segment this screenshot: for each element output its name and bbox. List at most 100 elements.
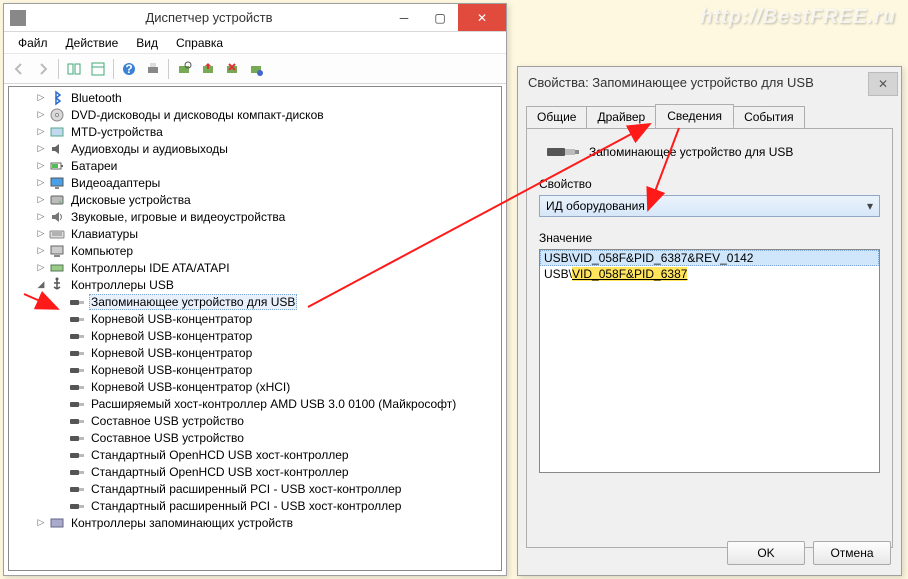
- scan-icon[interactable]: [173, 58, 195, 80]
- update-driver-icon[interactable]: [197, 58, 219, 80]
- property-dropdown[interactable]: ИД оборудования: [539, 195, 880, 217]
- value-label: Значение: [539, 231, 880, 245]
- expand-icon[interactable]: [55, 330, 67, 342]
- tree-node-label: Bluetooth: [69, 91, 124, 105]
- tree-node[interactable]: Корневой USB-концентратор: [9, 344, 501, 361]
- tree-node[interactable]: Составное USB устройство: [9, 412, 501, 429]
- tree-node[interactable]: ◢Контроллеры USB: [9, 276, 501, 293]
- tab-events[interactable]: События: [733, 106, 805, 129]
- value-listbox[interactable]: USB\VID_058F&PID_6387&REV_0142USB\VID_05…: [539, 249, 880, 473]
- menu-help[interactable]: Справка: [168, 34, 231, 52]
- expand-icon[interactable]: [55, 364, 67, 376]
- expand-icon[interactable]: [55, 500, 67, 512]
- expand-icon[interactable]: ▷: [35, 517, 47, 529]
- tab-details[interactable]: Сведения: [655, 104, 734, 127]
- usb-icon: [49, 277, 65, 293]
- tree-node[interactable]: Стандартный OpenHCD USB хост-контроллер: [9, 446, 501, 463]
- uninstall-icon[interactable]: [221, 58, 243, 80]
- tree-node-label: Корневой USB-концентратор: [89, 363, 254, 377]
- bluetooth-icon: [49, 90, 65, 106]
- expand-icon[interactable]: [55, 296, 67, 308]
- tree-node[interactable]: ▷Контроллеры запоминающих устройств: [9, 514, 501, 531]
- tree-node[interactable]: ▷Дисковые устройства: [9, 191, 501, 208]
- expand-icon[interactable]: [55, 381, 67, 393]
- expand-icon[interactable]: ▷: [35, 245, 47, 257]
- tree-node[interactable]: Корневой USB-концентратор: [9, 361, 501, 378]
- expand-icon[interactable]: ▷: [35, 211, 47, 223]
- maximize-button[interactable]: ▢: [422, 4, 458, 31]
- back-icon[interactable]: [8, 58, 30, 80]
- tree-node[interactable]: ▷ Bluetooth: [9, 89, 501, 106]
- expand-icon[interactable]: ▷: [35, 160, 47, 172]
- print-icon[interactable]: [142, 58, 164, 80]
- tree-node[interactable]: Запоминающее устройство для USB: [9, 293, 501, 310]
- expand-icon[interactable]: [55, 483, 67, 495]
- expand-icon[interactable]: [55, 466, 67, 478]
- expand-icon[interactable]: ▷: [35, 92, 47, 104]
- tree-node[interactable]: Стандартный расширенный PCI - USB хост-к…: [9, 497, 501, 514]
- tree-node[interactable]: ▷Видеоадаптеры: [9, 174, 501, 191]
- tree-node-label: Контроллеры IDE ATA/ATAPI: [69, 261, 232, 275]
- tree-node[interactable]: Корневой USB-концентратор: [9, 310, 501, 327]
- tree-node[interactable]: ▷Звуковые, игровые и видеоустройства: [9, 208, 501, 225]
- tree-node-label: Аудиовходы и аудиовыходы: [69, 142, 230, 156]
- usbdev-icon: [69, 362, 85, 378]
- tab-driver[interactable]: Драйвер: [586, 106, 656, 129]
- minimize-button[interactable]: ─: [386, 4, 422, 31]
- ok-button[interactable]: OK: [727, 541, 805, 565]
- value-row[interactable]: USB\VID_058F&PID_6387: [540, 266, 879, 282]
- close-button[interactable]: ✕: [458, 4, 506, 31]
- help-icon[interactable]: ?: [118, 58, 140, 80]
- property-label: Свойство: [539, 177, 880, 191]
- show-hide-icon[interactable]: [63, 58, 85, 80]
- tree-node[interactable]: ▷Батареи: [9, 157, 501, 174]
- tree-node[interactable]: Стандартный OpenHCD USB хост-контроллер: [9, 463, 501, 480]
- expand-icon[interactable]: [55, 432, 67, 444]
- tree-node[interactable]: ▷DVD-дисководы и дисководы компакт-диско…: [9, 106, 501, 123]
- disable-icon[interactable]: [245, 58, 267, 80]
- props-close-button[interactable]: ✕: [868, 72, 898, 96]
- forward-icon[interactable]: [32, 58, 54, 80]
- expand-icon[interactable]: [55, 347, 67, 359]
- expand-icon[interactable]: ▷: [35, 126, 47, 138]
- expand-icon[interactable]: ◢: [35, 279, 47, 291]
- expand-icon[interactable]: ▷: [35, 228, 47, 240]
- expand-icon[interactable]: ▷: [35, 262, 47, 274]
- props-titlebar[interactable]: Свойства: Запоминающее устройство для US…: [518, 67, 901, 97]
- device-tree[interactable]: ▷ Bluetooth▷DVD-дисководы и дисководы ком…: [8, 86, 502, 571]
- tree-node-label: Составное USB устройство: [89, 414, 246, 428]
- tree-node[interactable]: Расширяемый хост-контроллер AMD USB 3.0 …: [9, 395, 501, 412]
- expand-icon[interactable]: [55, 313, 67, 325]
- expand-icon[interactable]: ▷: [35, 109, 47, 121]
- usbdev-icon: [69, 396, 85, 412]
- tree-node[interactable]: ▷ Контроллеры IDE ATA/ATAPI: [9, 259, 501, 276]
- tree-node[interactable]: Корневой USB-концентратор: [9, 327, 501, 344]
- tree-node[interactable]: ▷MTD-устройства: [9, 123, 501, 140]
- tree-node[interactable]: ▷ Аудиовходы и аудиовыходы: [9, 140, 501, 157]
- expand-icon[interactable]: ▷: [35, 143, 47, 155]
- disk-icon: [49, 192, 65, 208]
- tree-node[interactable]: Составное USB устройство: [9, 429, 501, 446]
- menu-action[interactable]: Действие: [58, 34, 127, 52]
- cancel-button[interactable]: Отмена: [813, 541, 891, 565]
- tree-node[interactable]: ▷Клавиатуры: [9, 225, 501, 242]
- usbdev-icon: [69, 481, 85, 497]
- tree-node[interactable]: Стандартный расширенный PCI - USB хост-к…: [9, 480, 501, 497]
- tree-node-label: Стандартный расширенный PCI - USB хост-к…: [89, 499, 403, 513]
- titlebar[interactable]: Диспетчер устройств ─ ▢ ✕: [4, 4, 506, 32]
- expand-icon[interactable]: [55, 415, 67, 427]
- expand-icon[interactable]: [55, 449, 67, 461]
- expand-icon[interactable]: ▷: [35, 194, 47, 206]
- menu-file[interactable]: Файл: [10, 34, 56, 52]
- expand-icon[interactable]: [55, 398, 67, 410]
- value-row[interactable]: USB\VID_058F&PID_6387&REV_0142: [540, 250, 879, 266]
- tab-general[interactable]: Общие: [526, 106, 587, 129]
- properties-icon[interactable]: [87, 58, 109, 80]
- tree-node[interactable]: Корневой USB-концентратор (xHCI): [9, 378, 501, 395]
- tree-node[interactable]: ▷Компьютер: [9, 242, 501, 259]
- device-name: Запоминающее устройство для USB: [589, 145, 793, 159]
- tree-node-label: Корневой USB-концентратор (xHCI): [89, 380, 292, 394]
- expand-icon[interactable]: ▷: [35, 177, 47, 189]
- usbdev-icon: [69, 294, 85, 310]
- menu-view[interactable]: Вид: [128, 34, 166, 52]
